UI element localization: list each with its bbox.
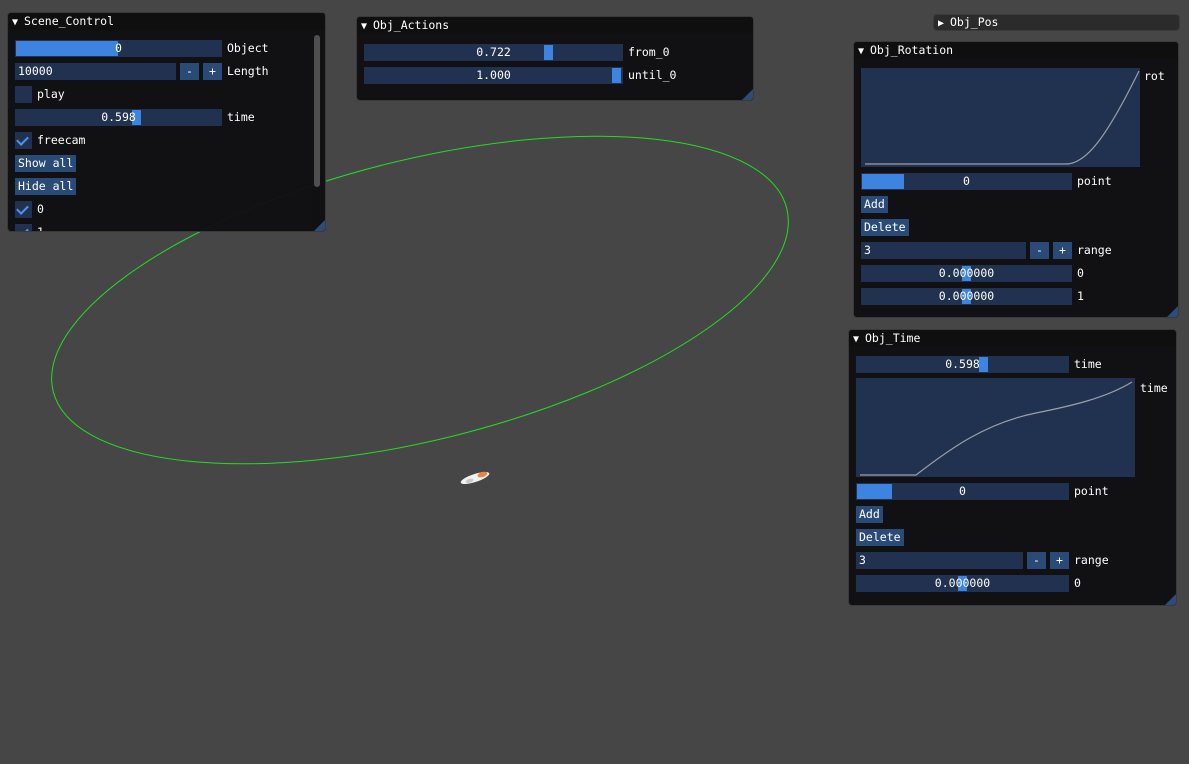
scene-control-window[interactable]: ▼ Scene_Control 0 Object 10000 - + Length…	[7, 12, 326, 232]
play-checkbox[interactable]	[15, 86, 32, 103]
time-value: 0.598	[101, 110, 136, 124]
object-0-label: 0	[37, 202, 44, 216]
checkmark-icon	[16, 225, 29, 231]
object-label: Object	[227, 41, 269, 55]
rotation-value-0: 0.000000	[938, 266, 995, 280]
rotation-delete-button[interactable]: Delete	[861, 219, 909, 236]
window-title: Scene_Control	[24, 14, 115, 28]
window-title: Obj_Actions	[373, 18, 450, 32]
show-all-button[interactable]: Show all	[15, 155, 77, 172]
rotation-point-value: 0	[963, 174, 970, 188]
until-0-value: 1.000	[476, 68, 511, 82]
length-minus-button[interactable]: -	[180, 63, 199, 80]
obj-pos-window[interactable]: ▶ Obj_Pos	[933, 14, 1180, 31]
rotation-curve	[865, 70, 1140, 165]
time-delete-button[interactable]: Delete	[856, 529, 904, 546]
time-range-label: range	[1074, 553, 1109, 567]
obj-time-window[interactable]: ▼ Obj_Time 0.598 time time 0 point Add De…	[848, 329, 1177, 606]
freecam-label: freecam	[37, 133, 86, 147]
window-title: Obj_Pos	[950, 15, 999, 29]
object-slider[interactable]: 0	[15, 40, 222, 57]
time-value-0: 0.000000	[934, 576, 991, 590]
object-1-checkbox[interactable]	[15, 224, 32, 231]
rotation-value-0-slider[interactable]: 0.000000	[861, 265, 1072, 282]
time-curve	[860, 381, 1133, 476]
time-plot-label: time	[1140, 381, 1168, 395]
rotation-value-1: 0.000000	[938, 289, 995, 303]
time-slider[interactable]: 0.598	[15, 109, 222, 126]
until-0-label: until_0	[628, 68, 677, 82]
window-title: Obj_Time	[865, 331, 921, 345]
resize-grip-icon[interactable]	[1167, 306, 1178, 317]
from-0-value: 0.722	[476, 45, 511, 59]
checkmark-icon	[16, 133, 29, 146]
rotation-add-button[interactable]: Add	[861, 196, 888, 213]
time-add-button[interactable]: Add	[856, 506, 883, 523]
length-plus-button[interactable]: +	[203, 63, 222, 80]
until-0-slider[interactable]: 1.000	[364, 67, 623, 84]
obj-time-label: time	[1074, 357, 1102, 371]
collapse-arrow-icon[interactable]: ▼	[853, 331, 865, 348]
obj-time-titlebar[interactable]: ▼ Obj_Time	[849, 330, 1176, 347]
obj-rotation-titlebar[interactable]: ▼ Obj_Rotation	[854, 42, 1178, 59]
expand-arrow-icon[interactable]: ▶	[938, 16, 950, 30]
play-label: play	[37, 87, 65, 101]
object-0-checkbox[interactable]	[15, 201, 32, 218]
rotation-value-1-label: 1	[1077, 289, 1084, 303]
rotation-point-slider[interactable]: 0	[861, 173, 1072, 190]
resize-grip-icon[interactable]	[742, 89, 753, 100]
collapse-arrow-icon[interactable]: ▼	[858, 43, 870, 60]
time-label: time	[227, 110, 255, 124]
window-title: Obj_Rotation	[870, 43, 954, 57]
time-point-slider[interactable]: 0	[856, 483, 1069, 500]
time-point-label: point	[1074, 484, 1109, 498]
rotation-plot-label: rot	[1144, 69, 1165, 83]
rotation-value-1-slider[interactable]: 0.000000	[861, 288, 1072, 305]
time-range-minus-button[interactable]: -	[1027, 552, 1046, 569]
time-range-input[interactable]: 3	[856, 552, 1023, 569]
from-0-slider[interactable]: 0.722	[364, 44, 623, 61]
obj-actions-window[interactable]: ▼ Obj_Actions 0.722 from_0 1.000 until_0	[356, 16, 754, 101]
checkmark-icon	[16, 202, 29, 215]
collapse-arrow-icon[interactable]: ▼	[12, 14, 24, 31]
obj-rotation-window[interactable]: ▼ Obj_Rotation rot 0 point Add Delete 3 -…	[853, 41, 1179, 318]
time-value-0-slider[interactable]: 0.000000	[856, 575, 1069, 592]
rotation-range-value: 3	[864, 243, 871, 257]
length-input[interactable]: 10000	[15, 63, 176, 80]
time-point-value: 0	[959, 484, 966, 498]
obj-time-value: 0.598	[945, 357, 980, 371]
rotation-point-label: point	[1077, 174, 1112, 188]
obj-actions-titlebar[interactable]: ▼ Obj_Actions	[357, 17, 753, 34]
scene-object[interactable]	[459, 470, 490, 487]
time-curve-plot[interactable]	[856, 378, 1135, 477]
length-label: Length	[227, 64, 269, 78]
obj-pos-titlebar[interactable]: ▶ Obj_Pos	[934, 15, 1179, 30]
object-1-label: 1	[37, 225, 44, 232]
scene-control-scrollbar[interactable]	[313, 32, 321, 231]
from-0-label: from_0	[628, 45, 670, 59]
object-value: 0	[115, 41, 122, 55]
rotation-value-0-label: 0	[1077, 266, 1084, 280]
freecam-checkbox[interactable]	[15, 132, 32, 149]
time-range-plus-button[interactable]: +	[1050, 552, 1069, 569]
rotation-range-minus-button[interactable]: -	[1030, 242, 1049, 259]
resize-grip-icon[interactable]	[314, 220, 325, 231]
resize-grip-icon[interactable]	[1165, 594, 1176, 605]
time-value-0-label: 0	[1074, 576, 1081, 590]
hide-all-button[interactable]: Hide all	[15, 178, 77, 195]
obj-time-slider[interactable]: 0.598	[856, 356, 1069, 373]
length-value: 10000	[18, 64, 53, 78]
scrollbar-thumb[interactable]	[314, 35, 320, 187]
rotation-range-plus-button[interactable]: +	[1053, 242, 1072, 259]
time-range-value: 3	[859, 553, 866, 567]
rotation-curve-plot[interactable]	[861, 68, 1140, 167]
rotation-range-input[interactable]: 3	[861, 242, 1026, 259]
collapse-arrow-icon[interactable]: ▼	[361, 18, 373, 35]
rotation-range-label: range	[1077, 243, 1112, 257]
scene-control-titlebar[interactable]: ▼ Scene_Control	[8, 13, 325, 30]
